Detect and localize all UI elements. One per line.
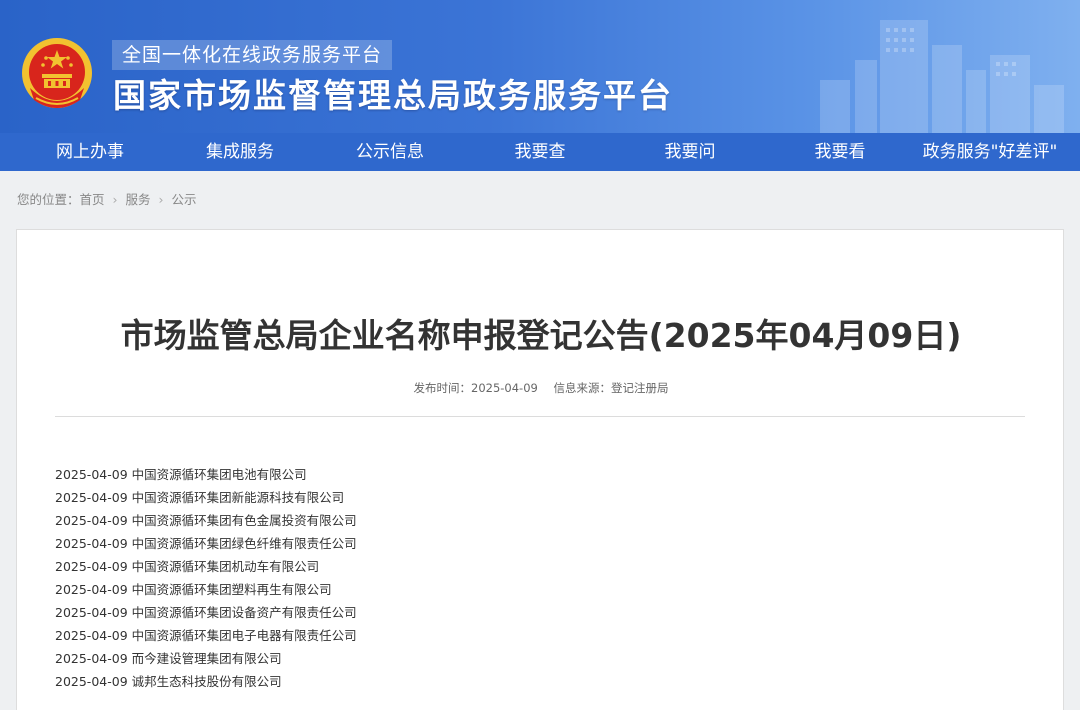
- nav-item-public-info[interactable]: 公示信息: [300, 133, 480, 171]
- publish-time: 发布时间：2025-04-09: [413, 381, 538, 395]
- site-title[interactable]: 国家市场监督管理总局政务服务平台: [113, 74, 673, 118]
- list-item: 2025-04-09 中国资源循环集团设备资产有限责任公司: [55, 605, 357, 620]
- list-item: 2025-04-09 诚邦生态科技股份有限公司: [55, 674, 282, 689]
- list-item: 2025-04-09 中国资源循环集团电子电器有限责任公司: [55, 628, 357, 643]
- breadcrumb-prefix: 您的位置：: [17, 192, 80, 207]
- list-item: 2025-04-09 中国资源循环集团绿色纤维有限责任公司: [55, 536, 357, 551]
- national-emblem-icon: [22, 38, 92, 108]
- main-nav: 网上办事 集成服务 公示信息 我要查 我要问 我要看 政务服务"好差评": [0, 133, 1080, 171]
- list-item: 2025-04-09 中国资源循环集团新能源科技有限公司: [55, 490, 345, 505]
- platform-slogan: 全国一体化在线政务服务平台: [112, 40, 393, 70]
- info-source: 信息来源：登记注册局: [553, 381, 669, 395]
- list-item: 2025-04-09 中国资源循环集团机动车有限公司: [55, 559, 320, 574]
- chevron-right-icon: ›: [112, 192, 118, 207]
- nav-item-ask[interactable]: 我要问: [600, 133, 780, 171]
- nav-item-search[interactable]: 我要查: [480, 133, 600, 171]
- nav-item-feedback[interactable]: 政务服务"好差评": [900, 133, 1080, 171]
- breadcrumb-public[interactable]: 公示: [172, 190, 197, 210]
- list-item: 2025-04-09 中国资源循环集团塑料再生有限公司: [55, 582, 332, 597]
- nav-item-view[interactable]: 我要看: [780, 133, 900, 171]
- breadcrumb: 您的位置： 首页 › 服务 › 公示: [17, 190, 197, 210]
- entry-list: 2025-04-09 中国资源循环集团电池有限公司 2025-04-09 中国资…: [55, 463, 955, 693]
- divider: [55, 416, 1025, 417]
- content-panel: 市场监管总局企业名称申报登记公告(2025年04月09日) 发布时间：2025-…: [16, 229, 1064, 710]
- article-meta: 发布时间：2025-04-09 信息来源：登记注册局: [17, 380, 1065, 396]
- list-item: 2025-04-09 而今建设管理集团有限公司: [55, 651, 282, 666]
- city-skyline-decoration: [820, 20, 1064, 133]
- nav-item-integrated-services[interactable]: 集成服务: [180, 133, 300, 171]
- list-item: 2025-04-09 中国资源循环集团电池有限公司: [55, 467, 307, 482]
- list-item: 2025-04-09 中国资源循环集团有色金属投资有限公司: [55, 513, 357, 528]
- nav-item-online-services[interactable]: 网上办事: [0, 133, 180, 171]
- breadcrumb-services[interactable]: 服务: [126, 190, 151, 210]
- header-banner: 全国一体化在线政务服务平台 国家市场监督管理总局政务服务平台: [0, 0, 1080, 133]
- chevron-right-icon: ›: [158, 192, 164, 207]
- breadcrumb-home[interactable]: 首页: [80, 190, 105, 210]
- article-title: 市场监管总局企业名称申报登记公告(2025年04月09日): [120, 316, 962, 355]
